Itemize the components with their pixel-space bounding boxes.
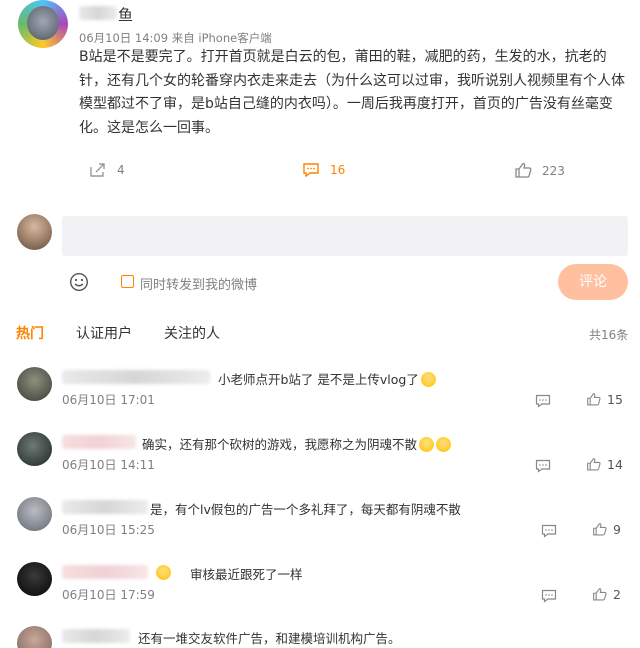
author-avatar-photo xyxy=(27,6,59,40)
reply-date: 06月10日 17:01 xyxy=(62,393,155,407)
share-icon xyxy=(89,162,107,178)
repost-count: 4 xyxy=(117,163,125,177)
like-count: 223 xyxy=(542,163,565,178)
author-name[interactable]: 鱼 xyxy=(118,4,133,25)
reply-like-count: 2 xyxy=(613,587,621,602)
author-avatar[interactable] xyxy=(18,0,68,48)
thumbs-up-icon xyxy=(587,393,601,406)
reply-comment-icon[interactable] xyxy=(541,588,557,607)
reply-like-button[interactable]: 15 xyxy=(586,392,623,407)
emoji-icon xyxy=(436,437,452,452)
reply-date: 06月10日 14:11 xyxy=(62,458,155,472)
like-button[interactable]: 223 xyxy=(514,162,565,179)
commenter-name-redacted xyxy=(62,370,210,384)
commenter-name-redacted xyxy=(62,435,136,449)
avatar[interactable] xyxy=(17,367,52,401)
reply-like-button[interactable]: 2 xyxy=(592,587,621,602)
comment-input[interactable] xyxy=(62,216,628,256)
list-item: 小老师点开b站了 是不是上传vlog了 06月10日 17:01 15 xyxy=(0,367,640,431)
avatar[interactable] xyxy=(17,562,52,596)
reply-like-button[interactable]: 14 xyxy=(586,457,623,472)
emoji-icon xyxy=(419,437,435,452)
comment-count: 16 xyxy=(330,163,346,177)
thumbs-up-icon xyxy=(514,162,532,179)
list-item: 还有一堆交友软件广告，和建模培训机构广告。 xyxy=(0,626,640,648)
reply-text: 审核最近跟死了一样 xyxy=(190,567,303,582)
reply-date: 06月10日 17:59 xyxy=(62,588,155,602)
thumbs-up-icon xyxy=(587,458,601,471)
reply-text: 确实，还有那个砍树的游戏，我愿称之为阴魂不散 xyxy=(142,434,452,453)
comment-total: 共16条 xyxy=(589,328,629,342)
reply-text: 还有一堆交友软件广告，和建模培训机构广告。 xyxy=(138,631,401,646)
post-meta: 06月10日 14:09 来自 iPhone客户端 xyxy=(79,31,272,45)
repost-checkbox-label[interactable]: 同时转发到我的微博 xyxy=(140,274,257,293)
reply-text: 是，有个lv假包的广告一个多礼拜了，每天都有阴魂不散 xyxy=(150,502,461,517)
submit-comment-button[interactable]: 评论 xyxy=(558,264,628,300)
avatar[interactable] xyxy=(17,626,52,648)
comment-button[interactable]: 16 xyxy=(302,162,345,178)
avatar[interactable] xyxy=(17,497,52,531)
repost-checkbox[interactable] xyxy=(121,275,134,288)
reply-comment-icon[interactable] xyxy=(541,523,557,542)
reply-date: 06月10日 15:25 xyxy=(62,523,155,537)
list-item: 是，有个lv假包的广告一个多礼拜了，每天都有阴魂不散 06月10日 15:25 … xyxy=(0,497,640,561)
tab-following[interactable]: 关注的人 xyxy=(164,323,220,343)
reply-text: 小老师点开b站了 是不是上传vlog了 xyxy=(218,369,436,388)
commenter-name-redacted xyxy=(62,629,130,643)
reply-like-count: 15 xyxy=(607,392,623,407)
reply-like-count: 14 xyxy=(607,457,623,472)
reply-like-button[interactable]: 9 xyxy=(592,522,621,537)
tab-verified-users[interactable]: 认证用户 xyxy=(76,323,132,343)
thumbs-up-icon xyxy=(593,588,607,601)
post-body: B站是不是要完了。打开首页就是白云的包，莆田的鞋，减肥的药，生发的水，抗老的针，… xyxy=(79,49,625,136)
commenter-name-redacted xyxy=(62,500,148,514)
list-item: 审核最近跟死了一样 06月10日 17:59 2 xyxy=(0,562,640,626)
reply-comment-icon[interactable] xyxy=(535,393,551,412)
avatar[interactable] xyxy=(17,432,52,466)
emoji-icon xyxy=(420,372,436,387)
smiley-icon xyxy=(69,272,89,292)
badge-icon xyxy=(156,565,171,580)
emoji-button[interactable] xyxy=(69,272,89,292)
list-item: 确实，还有那个砍树的游戏，我愿称之为阴魂不散 06月10日 14:11 14 xyxy=(0,432,640,496)
comment-filter-tabs: 热门 认证用户 关注的人 xyxy=(16,323,252,343)
author-name-redacted xyxy=(79,6,117,20)
tab-hot[interactable]: 热门 xyxy=(16,323,44,343)
comment-icon xyxy=(302,162,320,178)
repost-button[interactable]: 4 xyxy=(89,162,125,178)
reply-comment-icon[interactable] xyxy=(535,458,551,477)
reply-like-count: 9 xyxy=(613,522,621,537)
thumbs-up-icon xyxy=(593,523,607,536)
commenter-name-redacted xyxy=(62,565,148,579)
current-user-avatar xyxy=(17,214,52,250)
